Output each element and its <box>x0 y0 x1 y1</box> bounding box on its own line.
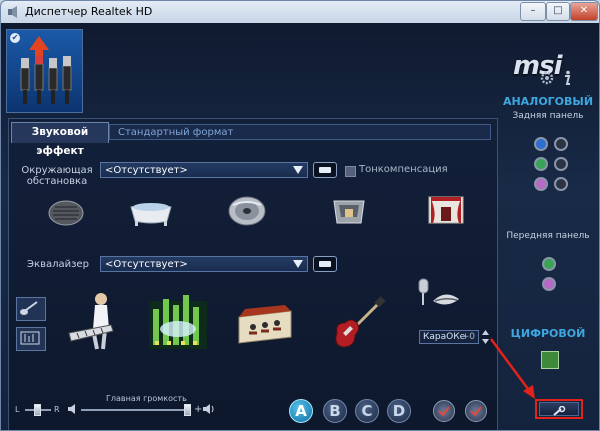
equalizer-toggle[interactable] <box>313 256 337 272</box>
window-title: Диспетчер Realtek HD <box>25 5 153 18</box>
title-bar: Диспетчер Realtek HD – □ ✕ <box>1 1 599 23</box>
speaker-app-icon <box>8 6 17 18</box>
balance-slider[interactable] <box>34 404 41 416</box>
stage-party-icon[interactable] <box>235 297 295 347</box>
main-volume-title: Главная громкость <box>106 394 187 403</box>
speaker-volume-icon[interactable] <box>202 403 216 415</box>
info-icon[interactable] <box>562 70 572 86</box>
close-button[interactable]: ✕ <box>570 2 598 21</box>
volume-slider[interactable] <box>184 404 191 416</box>
loudness-checkbox[interactable] <box>345 166 356 177</box>
eq-bars-icon <box>20 331 40 345</box>
rear-jack-blue-2[interactable] <box>554 137 568 151</box>
microphone-lips-icon[interactable] <box>413 275 463 317</box>
electric-guitar-icon[interactable] <box>329 295 387 353</box>
profile-d-button[interactable]: D <box>387 399 411 423</box>
speaker-mute-icon[interactable] <box>67 403 81 415</box>
save-preset-button[interactable] <box>465 400 487 422</box>
stone-room-icon[interactable] <box>331 195 367 227</box>
tab-sound-effect[interactable]: Звуковой эффект <box>11 122 109 157</box>
reset-button[interactable] <box>433 400 455 422</box>
cd-disc-icon[interactable] <box>227 195 267 227</box>
karaoke-value: +0 <box>461 332 475 342</box>
profile-b-button[interactable]: B <box>323 399 347 423</box>
guitar-eq-button[interactable] <box>16 297 46 321</box>
bathtub-icon[interactable] <box>127 199 175 227</box>
equalizer-label: Эквалайзер <box>27 259 89 270</box>
rear-jack-pink-2[interactable] <box>554 177 568 191</box>
tab-standard-format[interactable]: Стандартный формат <box>109 124 491 140</box>
environment-label: Окружающая обстановка <box>21 165 93 187</box>
rear-jack-blue[interactable] <box>534 137 548 151</box>
profile-c-button[interactable]: C <box>355 399 379 423</box>
theater-icon[interactable] <box>425 193 467 227</box>
realtek-window: Диспетчер Realtek HD – □ ✕ ✔ msi Звуково… <box>0 0 600 431</box>
guitar-small-icon <box>20 301 38 315</box>
maximize-button[interactable]: □ <box>546 2 570 21</box>
analog-title: АНАЛОГОВЫЙ <box>502 95 594 108</box>
front-panel-label: Передняя панель <box>506 231 590 241</box>
volume-track <box>81 409 189 411</box>
karaoke-label: КараОКе <box>423 332 466 342</box>
speaker-device-tab[interactable]: ✔ <box>6 29 83 113</box>
msi-logo: msi <box>513 51 562 81</box>
environment-value: <Отсутствует> <box>105 165 188 176</box>
profile-a-button[interactable]: A <box>289 399 313 423</box>
rear-jack-pink[interactable] <box>534 177 548 191</box>
balance-left-label: L <box>15 405 20 414</box>
effects-tabbar: Звуковой эффект Стандартный формат <box>9 122 495 157</box>
chevron-down-icon <box>293 260 303 268</box>
highlight-box <box>535 399 583 419</box>
rear-jack-green[interactable] <box>534 157 548 171</box>
rear-panel-label: Задняя панель <box>512 111 584 121</box>
check-red-icon <box>438 406 450 417</box>
digital-output-icon[interactable] <box>541 351 559 369</box>
loudness-label: Тонкомпенсация <box>359 164 448 175</box>
graphic-eq-button[interactable] <box>16 327 46 351</box>
effects-panel: Звуковой эффект Стандартный формат Окруж… <box>8 118 498 430</box>
minimize-button[interactable]: – <box>520 2 546 21</box>
balance-right-label: R <box>54 405 60 414</box>
front-jack-green[interactable] <box>542 257 556 271</box>
client-area: ✔ msi Звуковой эффект Стандартный формат… <box>1 23 599 430</box>
front-jack-pink[interactable] <box>542 277 556 291</box>
sewer-grate-icon[interactable] <box>47 197 85 227</box>
check-red-icon <box>470 406 482 417</box>
club-icon[interactable] <box>147 291 209 351</box>
equalizer-value: <Отсутствует> <box>105 259 188 270</box>
keyboard-singer-icon[interactable] <box>67 291 119 351</box>
karaoke-field[interactable]: КараОКе +0 <box>419 330 479 344</box>
gear-icon[interactable] <box>540 71 554 85</box>
default-device-check-icon: ✔ <box>10 33 20 43</box>
environment-select[interactable]: <Отсутствует> <box>100 162 308 178</box>
jack-plugs-icon <box>20 36 72 104</box>
rear-jack-green-2[interactable] <box>554 157 568 171</box>
equalizer-select[interactable]: <Отсутствует> <box>100 256 308 272</box>
environment-toggle[interactable] <box>313 162 337 178</box>
chevron-down-icon <box>293 166 303 174</box>
red-arrow-icon <box>489 338 535 399</box>
